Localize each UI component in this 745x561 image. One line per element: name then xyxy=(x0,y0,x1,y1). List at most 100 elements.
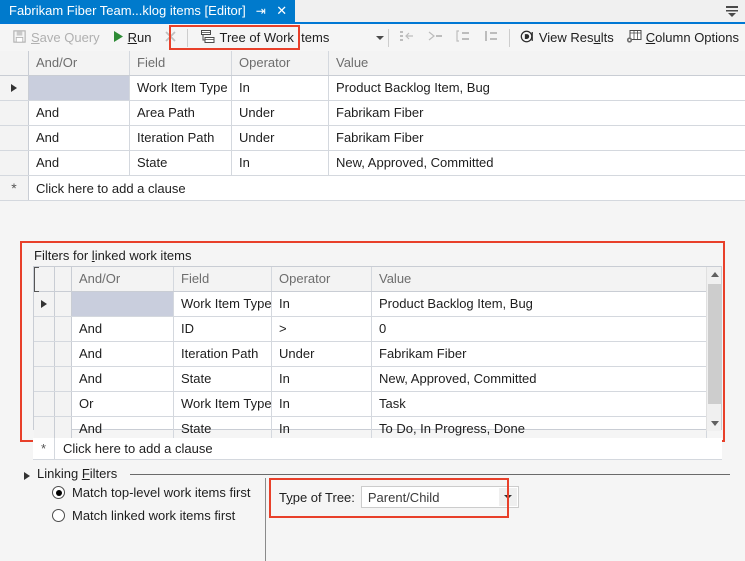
cell-andor[interactable]: And xyxy=(72,367,174,391)
scroll-down-arrow-icon xyxy=(710,421,719,426)
query-type-combo[interactable]: Tree of Work Items xyxy=(194,27,336,48)
cell-value[interactable]: Fabrikam Fiber xyxy=(372,342,707,366)
linked-header-operator[interactable]: Operator xyxy=(272,267,372,291)
outdent-clause-button[interactable] xyxy=(393,27,421,49)
cell-operator[interactable]: > xyxy=(272,317,372,341)
cell-value[interactable]: New, Approved, Committed xyxy=(329,151,745,175)
add-clause-text[interactable]: Click here to add a clause xyxy=(29,176,186,200)
linked-header-value[interactable]: Value xyxy=(372,267,707,291)
stop-button[interactable] xyxy=(158,27,183,49)
cell-value[interactable]: Fabrikam Fiber xyxy=(329,101,745,125)
type-of-tree-combo[interactable]: Parent/Child xyxy=(360,486,519,508)
document-tab[interactable]: Fabrikam Fiber Team...klog items [Editor… xyxy=(0,0,295,22)
row-selector[interactable] xyxy=(34,292,55,316)
linked-header-field[interactable]: Field xyxy=(174,267,272,291)
row-selector[interactable] xyxy=(34,367,55,391)
row-selector[interactable] xyxy=(34,342,55,366)
table-row[interactable]: And State In New, Approved, Committed xyxy=(0,151,745,176)
cell-field[interactable]: Work Item Type xyxy=(130,76,232,100)
toolbar-separator-2 xyxy=(387,28,389,47)
cell-value[interactable]: 0 xyxy=(372,317,707,341)
type-of-tree-dropdown-button[interactable] xyxy=(498,488,517,506)
top-header-field[interactable]: Field xyxy=(130,51,232,75)
linked-grid-body: Work Item Type In Product Backlog Item, … xyxy=(34,267,721,442)
scroll-up-arrow[interactable] xyxy=(707,267,722,282)
cell-field[interactable]: State xyxy=(174,367,272,391)
top-header-operator[interactable]: Operator xyxy=(232,51,329,75)
cell-value[interactable]: Task xyxy=(372,392,707,416)
save-query-button[interactable]: Save Query xyxy=(6,27,106,49)
add-clause-text[interactable]: Click here to add a clause xyxy=(55,441,213,456)
query-type-dropdown-button[interactable] xyxy=(370,27,384,49)
cell-operator[interactable]: Under xyxy=(272,342,372,366)
scrollbar-thumb[interactable] xyxy=(708,284,721,404)
linked-header-andor[interactable]: And/Or xyxy=(72,267,174,291)
expander-triangle-icon[interactable] xyxy=(24,472,30,480)
cell-andor[interactable]: And xyxy=(72,317,174,341)
row-selector[interactable] xyxy=(0,126,29,150)
cell-operator[interactable]: In xyxy=(272,392,372,416)
radio-match-linked[interactable]: Match linked work items first xyxy=(52,505,250,526)
cell-operator[interactable]: In xyxy=(232,151,329,175)
table-row[interactable]: And State In New, Approved, Committed xyxy=(34,267,707,392)
cell-andor[interactable]: And xyxy=(72,342,174,366)
table-row[interactable]: Work Item Type In Product Backlog Item, … xyxy=(0,76,745,101)
row-selector[interactable] xyxy=(0,101,29,125)
cell-operator[interactable]: In xyxy=(272,367,372,391)
cell-value[interactable]: Product Backlog Item, Bug xyxy=(329,76,745,100)
top-grid-add-clause-row[interactable]: * Click here to add a clause xyxy=(0,176,745,201)
cell-andor[interactable]: And xyxy=(29,101,130,125)
save-query-label: Save Query xyxy=(31,30,100,45)
top-header-value[interactable]: Value xyxy=(329,51,745,75)
table-row[interactable]: Work Item Type In Product Backlog Item, … xyxy=(34,267,707,317)
cell-andor[interactable]: Or xyxy=(72,392,174,416)
tab-overflow-icon[interactable] xyxy=(723,2,741,20)
row-selector[interactable] xyxy=(0,76,29,100)
top-grid-body: Work Item Type In Product Backlog Item, … xyxy=(0,76,745,201)
indent-clause-button[interactable] xyxy=(421,27,449,49)
run-button[interactable]: Run xyxy=(106,27,158,49)
view-results-label: View Results xyxy=(538,30,614,45)
cell-operator[interactable]: In xyxy=(232,76,329,100)
linked-grid-add-clause-row[interactable]: * Click here to add a clause xyxy=(33,438,722,460)
top-header-andor[interactable]: And/Or xyxy=(29,51,130,75)
column-options-button[interactable]: Column Options xyxy=(620,27,745,49)
table-row[interactable]: Or Work Item Type In Task xyxy=(34,267,707,417)
cell-value[interactable]: Fabrikam Fiber xyxy=(329,126,745,150)
group-separator-line xyxy=(130,474,730,475)
cell-operator[interactable]: Under xyxy=(232,126,329,150)
radio-button-icon[interactable] xyxy=(52,486,65,499)
view-results-button[interactable]: View Results xyxy=(514,27,620,49)
cell-field[interactable]: Work Item Type xyxy=(174,392,272,416)
table-row[interactable]: And Iteration Path Under Fabrikam Fiber xyxy=(0,126,745,151)
new-row-marker: * xyxy=(11,180,17,196)
cell-field[interactable]: Area Path xyxy=(130,101,232,125)
radio-button-icon[interactable] xyxy=(52,509,65,522)
cell-andor[interactable] xyxy=(29,76,130,100)
table-row[interactable]: And ID > 0 xyxy=(34,267,707,342)
ungroup-clause-button[interactable] xyxy=(477,27,505,49)
row-selector[interactable] xyxy=(34,392,55,416)
linked-grid-scrollbar[interactable] xyxy=(706,267,721,431)
close-icon[interactable]: ✕ xyxy=(276,0,288,22)
cell-andor[interactable]: And xyxy=(29,126,130,150)
radio-match-top-level[interactable]: Match top-level work items first xyxy=(52,482,250,503)
cell-andor[interactable] xyxy=(72,292,174,316)
cell-field[interactable]: Work Item Type xyxy=(174,292,272,316)
cell-andor[interactable]: And xyxy=(29,151,130,175)
cell-operator[interactable]: Under xyxy=(232,101,329,125)
row-selector[interactable] xyxy=(0,151,29,175)
cell-value[interactable]: Product Backlog Item, Bug xyxy=(372,292,707,316)
row-selector[interactable] xyxy=(34,317,55,341)
table-row[interactable]: And Area Path Under Fabrikam Fiber xyxy=(0,101,745,126)
cell-field[interactable]: Iteration Path xyxy=(130,126,232,150)
group-clause-button[interactable] xyxy=(449,27,477,49)
cell-field[interactable]: State xyxy=(130,151,232,175)
cell-field[interactable]: ID xyxy=(174,317,272,341)
cell-operator[interactable]: In xyxy=(272,292,372,316)
table-row[interactable]: And Iteration Path Under Fabrikam Fiber xyxy=(34,267,707,367)
cell-value[interactable]: New, Approved, Committed xyxy=(372,367,707,391)
scroll-down-arrow[interactable] xyxy=(707,416,722,431)
cell-field[interactable]: Iteration Path xyxy=(174,342,272,366)
pin-icon[interactable]: ⇥ xyxy=(255,0,267,22)
